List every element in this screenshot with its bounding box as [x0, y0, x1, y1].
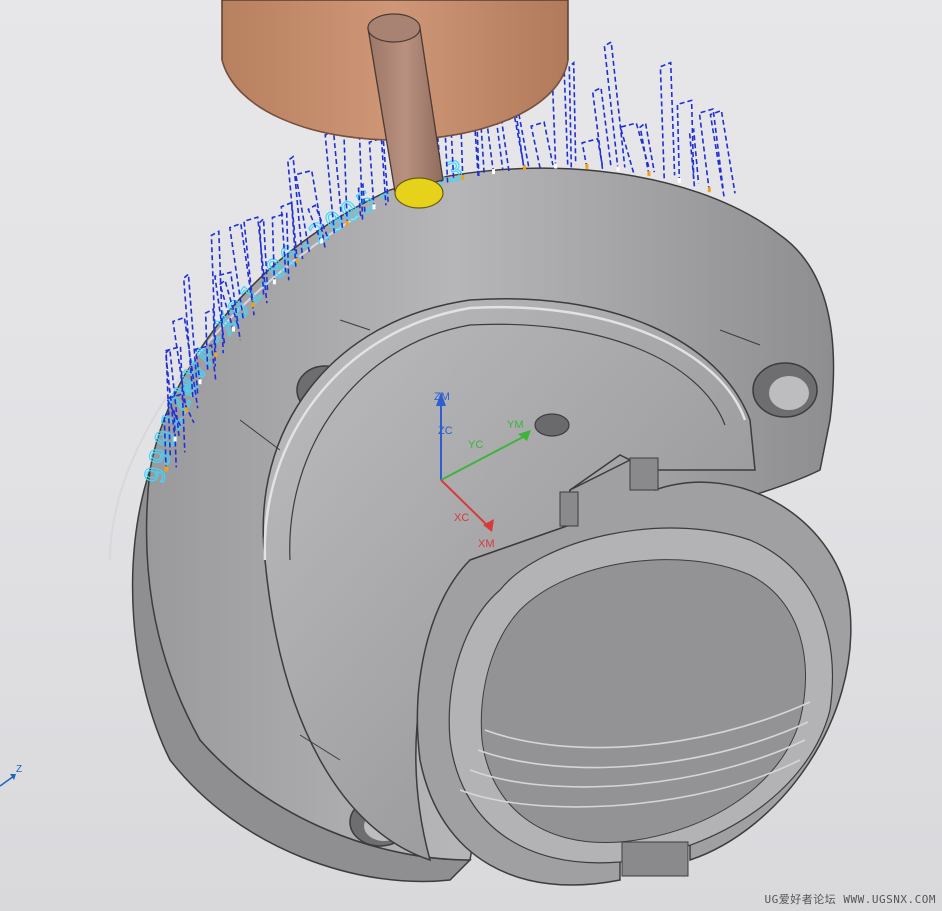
mounting-hole[interactable]: [752, 362, 818, 418]
flange-part[interactable]: [109, 167, 852, 886]
engage-marker: [173, 436, 177, 442]
toolpath-segment: [591, 86, 612, 170]
toolpath-segment: [603, 40, 626, 171]
engage-marker: [320, 238, 324, 244]
pin-hole[interactable]: [534, 413, 570, 437]
shank-top: [367, 13, 421, 43]
tool-tip[interactable]: [394, 177, 444, 209]
engage-marker: [164, 466, 168, 472]
label-zm: ZM: [434, 391, 450, 403]
engage-marker: [214, 352, 218, 358]
engage-marker: [554, 163, 558, 169]
label-yc: YC: [468, 439, 483, 451]
engage-marker: [295, 258, 299, 264]
engage-marker: [585, 163, 589, 169]
engage-marker: [461, 175, 465, 180]
engage-marker: [251, 302, 255, 308]
key-slot: [559, 491, 579, 527]
engage-marker: [707, 187, 711, 193]
engage-marker: [677, 178, 681, 183]
view-triad-z-label: Z: [16, 764, 23, 775]
engage-marker: [198, 379, 202, 385]
engage-marker: [523, 165, 526, 171]
watermark: UG爱好者论坛 WWW.UGSNX.COM: [764, 893, 936, 906]
engage-marker: [272, 279, 276, 285]
toolpath-segment: [530, 121, 554, 169]
key-slot: [629, 457, 659, 491]
graphics-viewport[interactable]: 9901ZWVA-X01-06-2005-0143 ZM ZC YC YM XC…: [0, 0, 942, 911]
label-xm: XM: [478, 538, 495, 550]
view-triad-icon: [0, 774, 16, 787]
label-ym: YM: [507, 419, 524, 431]
engage-marker: [372, 204, 376, 210]
toolpath-segment: [568, 61, 577, 168]
toolpath-segment: [688, 127, 700, 187]
toolpath-segment: [639, 121, 656, 176]
key-slot: [621, 841, 689, 877]
toolpath-segment: [676, 99, 695, 183]
toolpath-segment: [659, 61, 676, 179]
label-zc: ZC: [438, 425, 453, 437]
engage-marker: [647, 171, 651, 177]
engage-marker: [345, 220, 349, 226]
engage-marker: [616, 166, 620, 172]
engage-marker: [184, 407, 188, 413]
label-xc: XC: [454, 512, 469, 524]
engage-marker: [232, 326, 235, 332]
engage-marker: [492, 169, 495, 175]
